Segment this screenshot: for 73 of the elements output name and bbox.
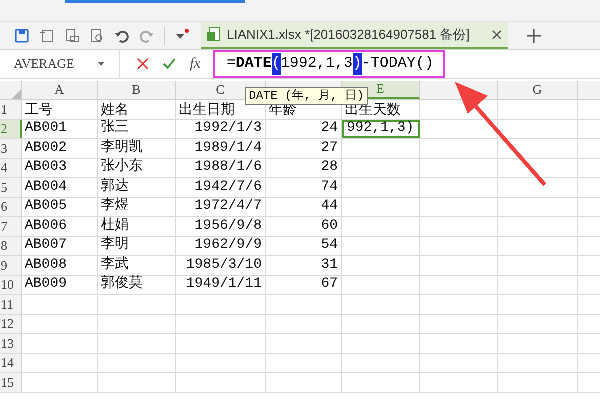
row-number[interactable]: 8 <box>0 236 22 255</box>
table-cell: 工号 <box>22 100 98 118</box>
row-number[interactable]: 10 <box>0 276 22 294</box>
save-icon[interactable] <box>14 28 30 44</box>
table-cell: AB009 <box>22 276 98 294</box>
tab-title: LIANIX1.xlsx *[20160328164907581 备份] <box>227 26 471 44</box>
table-cell: 54 <box>266 236 342 255</box>
table-cell: 杜娟 <box>98 217 176 236</box>
row-number[interactable]: 14 <box>0 354 22 372</box>
active-cell[interactable]: 992,1,3) <box>342 120 420 138</box>
row-number[interactable]: 7 <box>0 217 22 236</box>
table-cell: 1949/1/11 <box>176 276 266 294</box>
table-cell: AB004 <box>22 178 98 196</box>
table-cell: 1985/3/10 <box>176 256 266 274</box>
row-number[interactable]: 15 <box>0 373 22 392</box>
row-number[interactable]: 4 <box>0 158 22 177</box>
table-cell: 张小东 <box>98 158 176 177</box>
column-header[interactable]: G <box>498 81 578 99</box>
export-icon[interactable] <box>39 28 55 44</box>
table-cell: 1956/9/8 <box>176 217 266 236</box>
table-cell: AB003 <box>22 158 98 177</box>
function-tooltip: DATE (年, 月, 日) <box>245 87 368 105</box>
cancel-icon[interactable] <box>137 58 149 70</box>
formula-field[interactable]: =DATE(1992,1,3)-TODAY() <box>212 50 445 78</box>
table-cell: 74 <box>266 178 342 196</box>
caret-icon <box>98 62 105 66</box>
table-cell: 28 <box>266 158 342 177</box>
table-cell: 李煜 <box>98 198 176 216</box>
add-tab-icon[interactable] <box>527 28 541 42</box>
table-cell: 27 <box>266 139 342 158</box>
preview-icon[interactable] <box>89 28 105 44</box>
table-cell: 44 <box>266 198 342 216</box>
table-cell: AB007 <box>22 236 98 255</box>
table-cell: AB008 <box>22 256 98 274</box>
function-icon[interactable]: fx <box>190 52 201 76</box>
table-cell: 1989/1/4 <box>176 139 266 158</box>
confirm-icon[interactable] <box>163 58 176 70</box>
document-tab[interactable]: LIANIX1.xlsx *[20160328164907581 备份] <box>201 22 508 49</box>
table-cell: 31 <box>266 256 342 274</box>
table-cell: 1962/9/9 <box>176 236 266 255</box>
table-cell: 1972/4/7 <box>176 198 266 216</box>
table-cell: 60 <box>266 217 342 236</box>
table-cell: AB002 <box>22 139 98 158</box>
row-number[interactable]: 13 <box>0 334 22 352</box>
table-cell: 24 <box>266 120 342 138</box>
row-number[interactable]: 9 <box>0 256 22 274</box>
close-icon[interactable] <box>492 30 502 40</box>
table-cell: 李明 <box>98 236 176 255</box>
table-cell: 姓名 <box>98 100 176 118</box>
row-number[interactable]: 1 <box>0 100 22 118</box>
table-cell: 1992/1/3 <box>176 120 266 138</box>
row-number[interactable]: 6 <box>0 198 22 216</box>
name-box[interactable]: AVERAGE <box>0 50 120 78</box>
row-number[interactable]: 2 <box>0 120 22 138</box>
table-cell: 67 <box>266 276 342 294</box>
table-cell: AB001 <box>22 120 98 138</box>
table-cell: 1942/7/6 <box>176 178 266 196</box>
table-cell: AB005 <box>22 198 98 216</box>
column-header[interactable]: B <box>98 81 176 99</box>
table-cell: AB006 <box>22 217 98 236</box>
table-cell: 1988/1/6 <box>176 158 266 177</box>
column-header[interactable]: A <box>22 81 98 99</box>
row-number[interactable]: 11 <box>0 295 22 314</box>
table-cell: 郭俊莫 <box>98 276 176 294</box>
table-cell: 李武 <box>98 256 176 274</box>
print-icon[interactable] <box>64 28 80 44</box>
row-number[interactable]: 5 <box>0 178 22 196</box>
row-number[interactable]: 12 <box>0 314 22 333</box>
spreadsheet-file-icon <box>207 26 221 42</box>
table-cell: 李明凯 <box>98 139 176 158</box>
row-number[interactable]: 3 <box>0 139 22 158</box>
table-cell: 郭达 <box>98 178 176 196</box>
table-cell: 张三 <box>98 120 176 138</box>
